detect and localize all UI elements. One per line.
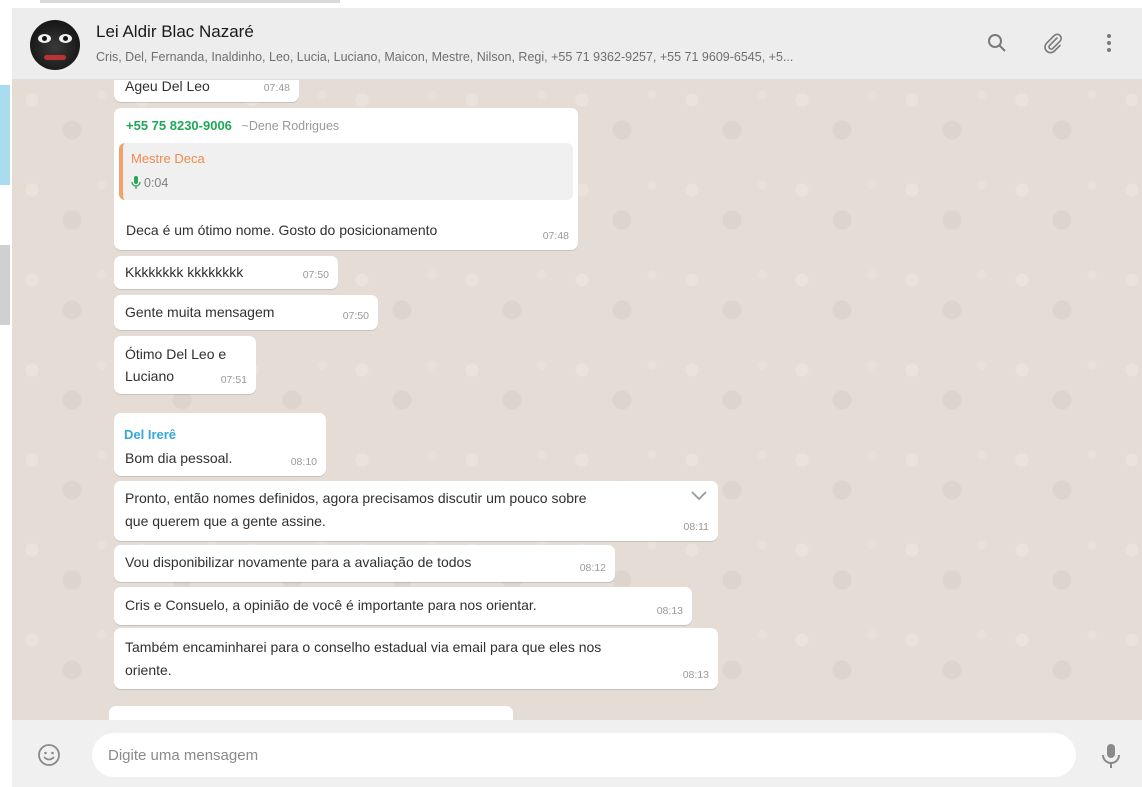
message-sender: +55 75 8230-9006 ~Dene Rodrigues	[119, 114, 573, 135]
message-text-line2: que querem que a gente assine.	[125, 513, 326, 529]
chat-area[interactable]: Ageu Del Leo 07:48 +55 75 8230-9006 ~Den…	[12, 80, 1142, 720]
message-text-line1: Também encaminharei para o conselho esta…	[125, 639, 602, 655]
message-sender[interactable]: Del Irerê	[124, 426, 176, 444]
group-avatar[interactable]	[30, 20, 80, 70]
message-time: 07:48	[263, 82, 290, 94]
chat-participants[interactable]: Cris, Del, Fernanda, Inaldinho, Leo, Luc…	[96, 50, 793, 64]
message-time: 08:12	[579, 562, 606, 574]
avatar-eye-right	[59, 34, 72, 43]
message-time: 08:13	[682, 669, 709, 681]
message-text: Vou disponibilizar novamente para a aval…	[125, 554, 472, 570]
chevron-down-icon[interactable]	[690, 489, 708, 503]
message-time: 08:13	[656, 605, 683, 617]
message-text: Ageu Del Leo	[125, 80, 210, 94]
mic-icon[interactable]	[1100, 743, 1122, 769]
left-gray-bar	[0, 245, 10, 325]
message-bubble[interactable]: +55 75 8230-9006 ~Dene Rodrigues Mestre …	[114, 108, 578, 250]
attach-icon[interactable]	[1040, 30, 1066, 56]
avatar-eye-left	[38, 34, 51, 43]
message-time: 07:48	[542, 230, 569, 242]
menu-icon[interactable]	[1096, 30, 1122, 56]
mic-icon	[131, 176, 141, 189]
avatar-mouth	[44, 55, 66, 60]
emoji-icon[interactable]	[37, 743, 61, 767]
chat-header: Lei Aldir Blac Nazaré Cris, Del, Fernand…	[12, 8, 1142, 80]
message-text-line2: oriente.	[125, 662, 172, 678]
quote-author: Mestre Deca	[131, 151, 205, 166]
message-time: 07:51	[220, 374, 247, 386]
header-actions	[984, 30, 1122, 56]
message-text: Bom dia pessoal.	[125, 450, 233, 466]
message-time: 07:50	[302, 269, 329, 281]
message-bubble[interactable]: Del Irerê Bom dia pessoal. 08:10	[114, 413, 326, 476]
message-text: Cris e Consuelo, a opinião de você é imp…	[125, 597, 537, 613]
message-bubble[interactable]: Vou disponibilizar novamente para a aval…	[114, 545, 615, 582]
message-bubble[interactable]: Gente muita mensagem 07:50	[114, 295, 378, 330]
search-icon[interactable]	[984, 30, 1010, 56]
message-bubble[interactable]: Também encaminharei para o conselho esta…	[114, 628, 718, 689]
message-time: 08:10	[290, 456, 317, 468]
message-time: 08:11	[683, 521, 710, 533]
message-text-line1: Pronto, então nomes definidos, agora pre…	[125, 490, 587, 506]
message-bubble[interactable]: Cris e Consuelo, a opinião de você é imp…	[114, 587, 692, 625]
message-bubble[interactable]: Ótimo Del Leo e Luciano 07:51	[114, 336, 256, 394]
top-strip	[0, 0, 1142, 8]
sender-name: ~Dene Rodrigues	[241, 119, 340, 133]
left-accent-bar	[0, 85, 10, 185]
message-bubble-partial[interactable]	[109, 706, 513, 720]
message-bubble[interactable]: Ageu Del Leo 07:48	[114, 80, 299, 102]
audio-duration: 0:04	[144, 176, 169, 190]
sender-phone[interactable]: +55 75 8230-9006	[126, 118, 232, 133]
message-text-line2: Luciano	[125, 368, 175, 384]
quote-audio: 0:04	[131, 173, 565, 193]
message-bubble[interactable]: Pronto, então nomes definidos, agora pre…	[114, 481, 718, 541]
message-text-line1: Ótimo Del Leo e	[125, 346, 227, 362]
quoted-message[interactable]: Mestre Deca 0:04	[119, 143, 573, 200]
faded-remnant	[40, 0, 340, 3]
chat-title[interactable]: Lei Aldir Blac Nazaré	[96, 22, 254, 42]
message-text: Deca é um ótimo nome. Gosto do posiciona…	[126, 222, 438, 238]
message-input[interactable]	[92, 733, 1076, 777]
message-time: 07:50	[342, 310, 369, 322]
message-text: Kkkkkkkk kkkkkkkk	[125, 264, 244, 280]
composer-bar	[12, 720, 1142, 787]
message-text: Gente muita mensagem	[125, 304, 275, 320]
message-bubble[interactable]: Kkkkkkkk kkkkkkkk 07:50	[114, 256, 338, 289]
